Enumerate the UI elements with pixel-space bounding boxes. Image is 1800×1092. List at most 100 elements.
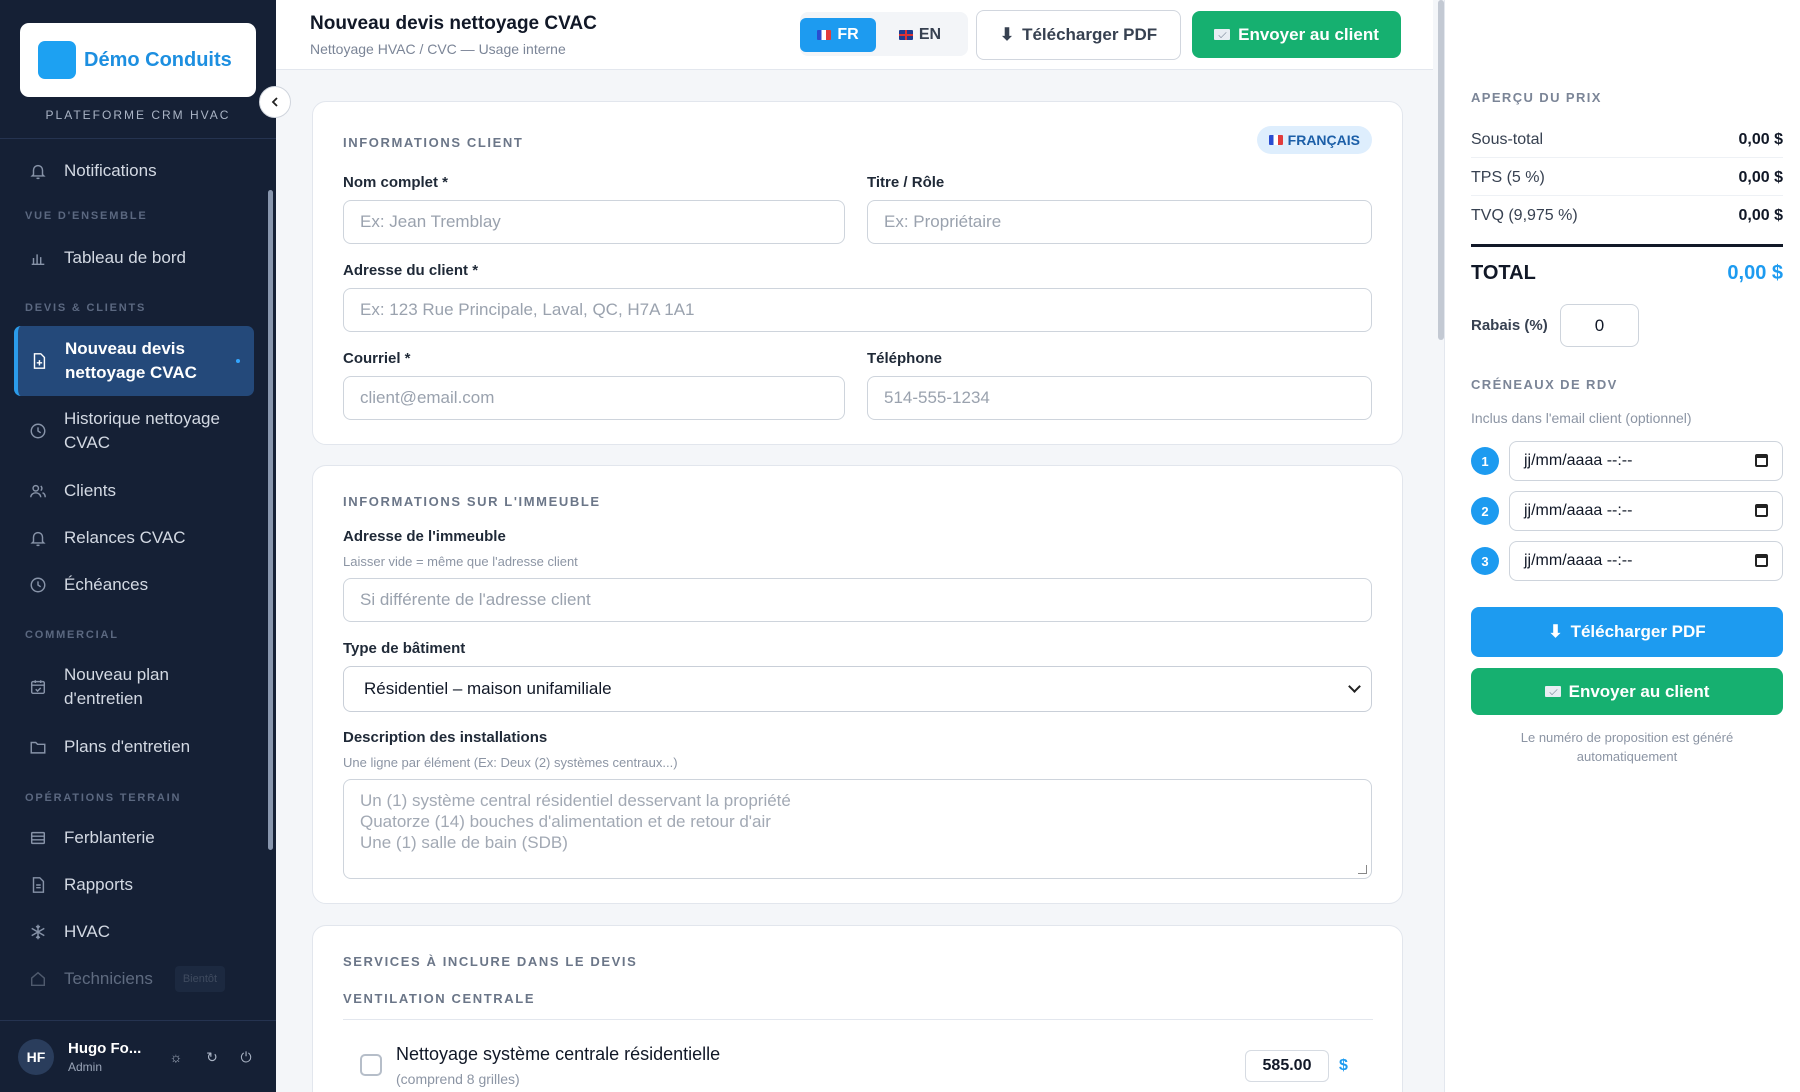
page-title: Nouveau devis nettoyage CVAC [310, 13, 597, 34]
sidebar-item-reports[interactable]: Rapports [14, 872, 254, 898]
slot-datetime-input[interactable]: jj/mm/aaaa --:-- [1509, 491, 1783, 531]
sidebar-item-notifications[interactable]: Notifications [14, 158, 254, 184]
calendar-icon[interactable] [1755, 454, 1768, 467]
sidebar-item-deadlines[interactable]: Échéances [14, 572, 254, 598]
bell-icon [28, 528, 48, 548]
users-icon [28, 481, 48, 501]
sidebar-item-plans[interactable]: Plans d'entretien [14, 734, 254, 760]
full-name-label: Nom complet * [343, 174, 449, 191]
role-input[interactable]: Ex: Propriétaire [867, 200, 1372, 244]
brand-subtitle: PLATEFORME CRM HVAC [45, 108, 231, 122]
collapse-sidebar-button[interactable] [259, 86, 291, 118]
textarea-placeholder-line: Un (1) système central résidentiel desse… [360, 791, 791, 810]
brand-card[interactable]: Démo Conduits [20, 23, 256, 97]
sidebar-item-clients[interactable]: Clients [14, 478, 254, 504]
phone-input[interactable]: 514-555-1234 [867, 376, 1372, 420]
sidebar-divider [0, 138, 276, 139]
power-icon[interactable]: ⏻ [235, 1046, 257, 1068]
france-flag-icon [1268, 135, 1283, 145]
uk-flag-icon [898, 30, 913, 40]
client-address-input[interactable]: Ex: 123 Rue Principale, Laval, QC, H7A 1… [343, 288, 1372, 332]
panel-download-pdf-label: Télécharger PDF [1570, 622, 1706, 641]
panel-send-to-client-button[interactable]: Envoyer au client [1471, 668, 1783, 715]
building-type-select[interactable]: Résidentiel – maison unifamiliale [343, 666, 1372, 712]
service-checkbox[interactable] [360, 1054, 382, 1076]
sidebar-item-label: Nouveau plan d'entretien [64, 665, 169, 708]
envelope-icon [1214, 29, 1231, 40]
user-role: Admin [68, 1059, 103, 1074]
slot-number-badge: 3 [1471, 547, 1499, 575]
lang-fr-button[interactable]: FR [800, 18, 876, 52]
bell-icon [28, 161, 48, 181]
soon-badge: Bientôt [174, 966, 226, 992]
sun-icon[interactable]: ☼ [165, 1046, 187, 1068]
section-label-overview: VUE D'ENSEMBLE [25, 210, 148, 222]
language-badge-label: FRANÇAIS [1287, 132, 1360, 148]
calendar-check-icon [28, 677, 48, 697]
sidebar-item-label: Historique nettoyage CVAC [64, 409, 220, 452]
slot-value: jj/mm/aaaa --:-- [1524, 452, 1633, 469]
send-to-client-label: Envoyer au client [1238, 24, 1379, 44]
building-address-input[interactable]: Si différente de l'adresse client [343, 578, 1372, 622]
service-price-input[interactable]: 585.00 [1245, 1050, 1329, 1082]
sidebar-item-dashboard[interactable]: Tableau de bord [14, 245, 254, 271]
resize-handle-icon[interactable] [1358, 865, 1367, 874]
section-label-commercial: COMMERCIAL [25, 629, 119, 641]
services-subtitle: VENTILATION CENTRALE [343, 991, 536, 1006]
building-info-card: INFORMATIONS SUR L'IMMEUBLE Adresse de l… [312, 465, 1403, 904]
sidebar-item-label: Échéances [64, 575, 149, 594]
total-row: TOTAL 0,00 $ [1471, 262, 1783, 285]
installations-textarea[interactable]: Un (1) système central résidentiel desse… [343, 779, 1372, 879]
building-type-value: Résidentiel – maison unifamiliale [364, 679, 612, 698]
sidebar-item-followups[interactable]: Relances CVAC [14, 525, 254, 551]
section-label-field: OPÉRATIONS TERRAIN [25, 792, 182, 804]
panel-download-pdf-button[interactable]: ⬇ Télécharger PDF [1471, 607, 1783, 657]
sidebar-item-sheet-metal[interactable]: Ferblanterie [14, 825, 254, 851]
divider [343, 1019, 1373, 1020]
sidebar-item-history[interactable]: Historique nettoyage CVAC [14, 406, 254, 456]
tps-value: 0,00 $ [1738, 168, 1783, 186]
home-icon [28, 969, 48, 989]
sidebar-item-label: Clients [64, 481, 116, 500]
email-input[interactable]: client@email.com [343, 376, 845, 420]
subtotal-row: Sous-total 0,00 $ [1471, 122, 1783, 158]
calendar-icon[interactable] [1755, 504, 1768, 517]
chevron-down-icon [1348, 680, 1361, 693]
card-title: SERVICES À INCLURE DANS LE DEVIS [343, 954, 638, 969]
sidebar-item-new-quote[interactable]: Nouveau devis nettoyage CVAC [14, 326, 254, 396]
installations-desc-label: Description des installations [343, 729, 548, 746]
sidebar-item-label: Plans d'entretien [64, 737, 191, 756]
total-divider [1471, 244, 1783, 247]
chevron-left-icon [271, 97, 278, 107]
sidebar-item-new-plan[interactable]: Nouveau plan d'entretien [14, 662, 254, 712]
discount-input[interactable]: 0 [1560, 304, 1639, 347]
sidebar-item-label: Relances CVAC [64, 528, 186, 547]
sidebar-item-hvac[interactable]: HVAC [14, 919, 254, 945]
download-pdf-button[interactable]: ⬇ Télécharger PDF [976, 10, 1181, 60]
send-to-client-button[interactable]: Envoyer au client [1192, 11, 1401, 58]
lang-en-button[interactable]: EN [884, 18, 956, 52]
sidebar-item-technicians: Techniciens Bientôt [14, 966, 254, 992]
total-label: TOTAL [1471, 262, 1536, 284]
avatar[interactable]: HF [18, 1038, 54, 1075]
slot-datetime-input[interactable]: jj/mm/aaaa --:-- [1509, 441, 1783, 481]
full-name-input[interactable]: Ex: Jean Tremblay [343, 200, 845, 244]
layers-icon [28, 828, 48, 848]
sidebar-scrollbar[interactable] [268, 190, 273, 850]
brand-logo [38, 41, 76, 79]
installations-desc-hint: Une ligne par élément (Ex: Deux (2) syst… [343, 755, 678, 770]
total-value: 0,00 $ [1727, 262, 1783, 284]
sidebar-item-label: Techniciens [64, 969, 153, 988]
refresh-icon[interactable]: ↻ [201, 1046, 223, 1068]
calendar-icon[interactable] [1755, 554, 1768, 567]
lang-fr-label: FR [837, 26, 859, 43]
sidebar-item-label: Rapports [64, 875, 133, 894]
client-info-card: INFORMATIONS CLIENT FRANÇAIS Nom complet… [312, 101, 1403, 445]
sidebar-item-label: Nouveau devis nettoyage CVAC [65, 339, 197, 382]
slot-datetime-input[interactable]: jj/mm/aaaa --:-- [1509, 541, 1783, 581]
proposal-number-note: Le numéro de proposition est généré auto… [1520, 730, 1734, 764]
panel-send-to-client-label: Envoyer au client [1568, 681, 1710, 701]
building-type-label: Type de bâtiment [343, 640, 466, 657]
folder-icon [28, 737, 48, 757]
slots-hint: Inclus dans l'email client (optionnel) [1471, 410, 1692, 426]
